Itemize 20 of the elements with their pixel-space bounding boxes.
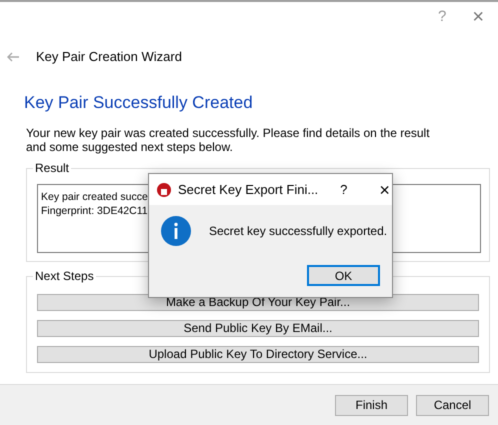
ok-button[interactable]: OK (307, 265, 380, 286)
back-arrow-icon[interactable] (6, 52, 20, 62)
dialog-message: Secret key successfully exported. (209, 223, 388, 240)
dialog-title: Secret Key Export Fini... (178, 180, 318, 199)
result-line: Fingerprint: 3DE42C11 (41, 204, 148, 216)
info-icon (161, 216, 191, 246)
close-button[interactable]: × (472, 7, 484, 27)
footer-button[interactable]: Cancel (416, 394, 489, 416)
app-logo-icon (157, 182, 171, 196)
action-button[interactable]: Send Public Key By EMail... (37, 320, 479, 336)
result-line: Key pair created succe (41, 190, 148, 202)
description-text: Your new key pair was created successfully. Please find details on the result and some suggested next steps below. (26, 126, 431, 154)
group-label: Next Steps (33, 268, 96, 282)
page-heading: Key Pair Successfully Created (24, 92, 254, 114)
action-button[interactable]: Upload Public Key To Directory Service... (37, 346, 479, 362)
help-button[interactable]: ? (340, 180, 348, 200)
footer-button[interactable]: Finish (335, 394, 408, 416)
wizard-title: Key Pair Creation Wizard (36, 48, 182, 66)
group-label: Result (33, 160, 72, 174)
close-button[interactable]: × (379, 180, 390, 198)
